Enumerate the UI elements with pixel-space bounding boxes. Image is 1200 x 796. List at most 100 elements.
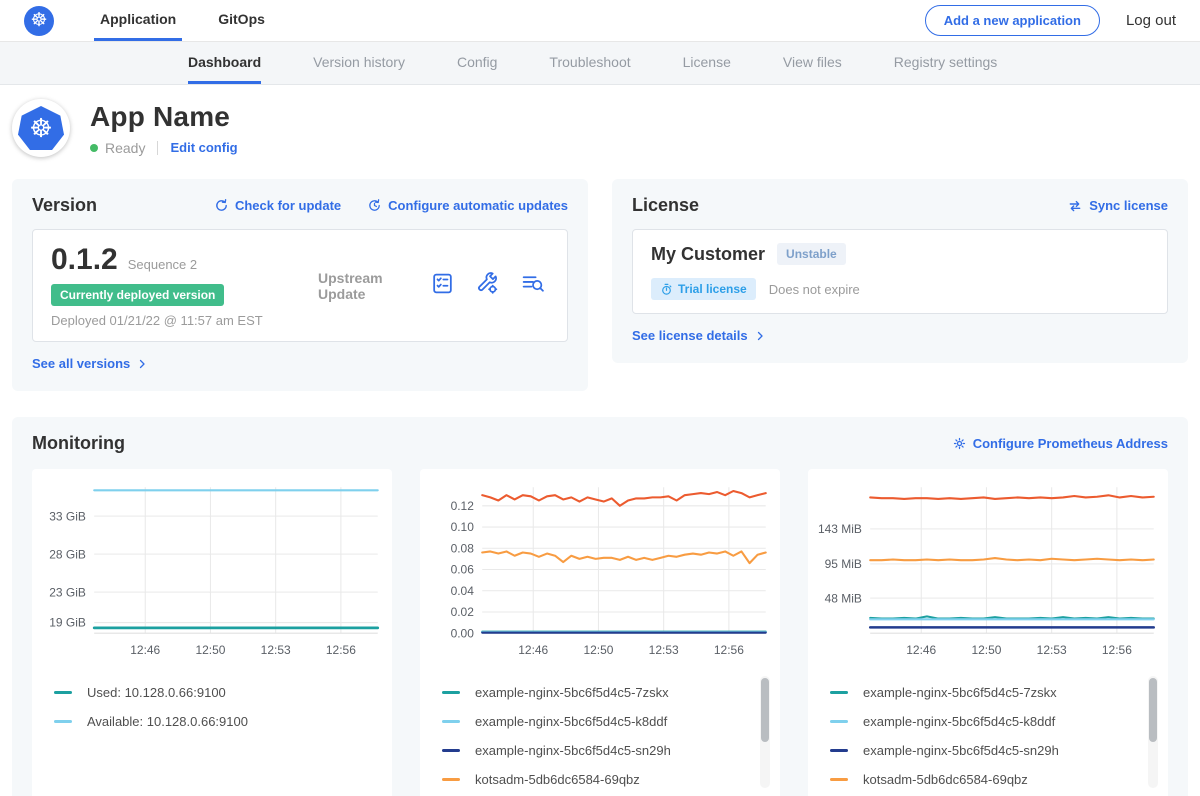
legend-item: kotsadm-5db6dc6584-69qbz (442, 765, 758, 794)
see-license-details-link[interactable]: See license details (632, 328, 766, 343)
subnav-troubleshoot[interactable]: Troubleshoot (549, 42, 630, 84)
divider (157, 141, 158, 155)
app-sub-nav: Dashboard Version history Config Trouble… (0, 42, 1200, 85)
auto-update-clock-icon (367, 198, 382, 213)
memory-usage-legend: example-nginx-5bc6f5d4c5-7zskx example-ng… (816, 674, 1160, 794)
top-nav-spacer (301, 0, 925, 41)
config-wrench-icon[interactable] (475, 271, 500, 301)
current-version-card: 0.1.2 Sequence 2 Currently deployed vers… (32, 229, 568, 342)
see-all-versions-link[interactable]: See all versions (32, 356, 148, 371)
svg-text:0.12: 0.12 (451, 499, 475, 513)
legend-label: example-nginx-5bc6f5d4c5-7zskx (863, 685, 1057, 700)
license-card-title: License (632, 195, 699, 216)
svg-text:19 GiB: 19 GiB (49, 616, 86, 630)
subnav-version-history[interactable]: Version history (313, 42, 405, 84)
monitoring-title: Monitoring (32, 433, 125, 454)
license-detail-card: My Customer Unstable Trial license Does … (632, 229, 1168, 314)
memory-usage-chart-card: 48 MiB95 MiB143 MiB12:4612:5012:5312:56 … (808, 469, 1168, 796)
legend-color-dash (830, 778, 848, 781)
legend-scrollbar[interactable] (760, 676, 770, 788)
svg-text:0.02: 0.02 (451, 605, 475, 619)
kubernetes-helm-icon: ☸ (24, 6, 54, 36)
svg-text:143 MiB: 143 MiB (818, 522, 862, 536)
cpu-usage-chart-card: 0.000.020.040.060.080.100.1212:4612:5012… (420, 469, 780, 796)
version-number: 0.1.2 (51, 243, 118, 277)
legend-label: example-nginx-5bc6f5d4c5-sn29h (475, 743, 671, 758)
version-card: Version Check for update Configure autom… (12, 179, 588, 391)
legend-color-dash (830, 720, 848, 723)
legend-label: example-nginx-5bc6f5d4c5-7zskx (475, 685, 669, 700)
svg-text:0.06: 0.06 (451, 563, 475, 577)
svg-text:12:46: 12:46 (130, 643, 160, 657)
tab-application[interactable]: Application (94, 0, 182, 41)
svg-text:0.10: 0.10 (451, 520, 475, 534)
legend-label: example-nginx-5bc6f5d4c5-k8ddf (863, 714, 1055, 729)
disk-usage-legend: Used: 10.128.0.66:9100Available: 10.128.… (40, 674, 384, 794)
configure-automatic-updates-link[interactable]: Configure automatic updates (367, 198, 568, 213)
legend-label: example-nginx-5bc6f5d4c5-k8ddf (475, 714, 667, 729)
preflight-checks-icon[interactable] (430, 271, 455, 301)
channel-badge: Unstable (777, 243, 846, 265)
svg-text:0.00: 0.00 (451, 626, 475, 640)
svg-text:28 GiB: 28 GiB (49, 547, 86, 561)
legend-item: example-nginx-5bc6f5d4c5-k8ddf (442, 707, 758, 736)
legend-item: example-nginx-5bc6f5d4c5-sn29h (442, 736, 758, 765)
legend-item: kotsadm-5db6dc6584-69qbz (830, 765, 1146, 794)
svg-text:48 MiB: 48 MiB (825, 591, 862, 605)
sync-license-link[interactable]: Sync license (1067, 198, 1168, 214)
chevron-right-icon (136, 358, 148, 370)
svg-text:12:46: 12:46 (906, 643, 936, 657)
svg-text:12:50: 12:50 (195, 643, 225, 657)
legend-item: example-nginx-5bc6f5d4c5-k8ddf (830, 707, 1146, 736)
kubernetes-app-icon: ☸ (12, 99, 70, 157)
status-dot (90, 144, 98, 152)
subnav-dashboard[interactable]: Dashboard (188, 42, 261, 84)
memory-usage-chart: 48 MiB95 MiB143 MiB12:4612:5012:5312:56 (816, 481, 1160, 662)
status-text: Ready (105, 140, 145, 156)
tab-application-label: Application (100, 11, 176, 27)
disk-usage-chart: 19 GiB23 GiB28 GiB33 GiB12:4612:5012:531… (40, 481, 384, 662)
legend-color-dash (442, 778, 460, 781)
add-application-button[interactable]: Add a new application (925, 5, 1100, 36)
legend-color-dash (830, 691, 848, 694)
legend-color-dash (442, 749, 460, 752)
legend-scrollbar-thumb[interactable] (761, 678, 769, 742)
cards-row: Version Check for update Configure autom… (0, 173, 1200, 391)
subnav-config[interactable]: Config (457, 42, 497, 84)
version-card-title: Version (32, 195, 97, 216)
tab-gitops[interactable]: GitOps (212, 0, 271, 41)
page-title: App Name (90, 101, 238, 133)
legend-label: example-nginx-5bc6f5d4c5-sn29h (863, 743, 1059, 758)
legend-label: Used: 10.128.0.66:9100 (87, 685, 226, 700)
check-for-update-link[interactable]: Check for update (214, 198, 341, 213)
legend-color-dash (54, 720, 72, 723)
svg-text:12:53: 12:53 (261, 643, 291, 657)
tab-gitops-label: GitOps (218, 11, 265, 27)
license-type-badge: Trial license (651, 278, 756, 300)
sequence-label: Sequence 2 (128, 257, 197, 272)
legend-scrollbar[interactable] (1148, 676, 1158, 788)
monitoring-section: Monitoring Configure Prometheus Address … (12, 417, 1188, 796)
svg-text:95 MiB: 95 MiB (825, 557, 862, 571)
svg-text:12:53: 12:53 (649, 643, 679, 657)
edit-config-link[interactable]: Edit config (170, 140, 237, 155)
svg-text:12:50: 12:50 (971, 643, 1001, 657)
svg-text:12:50: 12:50 (583, 643, 613, 657)
logout-button[interactable]: Log out (1126, 12, 1176, 29)
subnav-license[interactable]: License (683, 42, 731, 84)
svg-text:12:56: 12:56 (714, 643, 744, 657)
subnav-view-files[interactable]: View files (783, 42, 842, 84)
legend-label: kotsadm-5db6dc6584-69qbz (475, 772, 640, 787)
view-logs-icon[interactable] (520, 271, 545, 301)
legend-scrollbar-thumb[interactable] (1149, 678, 1157, 742)
chevron-right-icon (754, 330, 766, 342)
deployed-badge: Currently deployed version (51, 284, 224, 306)
configure-prometheus-link[interactable]: Configure Prometheus Address (952, 436, 1168, 451)
legend-label: kotsadm-5db6dc6584-69qbz (863, 772, 1028, 787)
legend-item: example-nginx-5bc6f5d4c5-7zskx (830, 678, 1146, 707)
license-expiry: Does not expire (769, 282, 860, 297)
legend-item: example-nginx-5bc6f5d4c5-7zskx (442, 678, 758, 707)
svg-text:0.04: 0.04 (451, 584, 475, 598)
subnav-registry-settings[interactable]: Registry settings (894, 42, 997, 84)
cpu-usage-chart: 0.000.020.040.060.080.100.1212:4612:5012… (428, 481, 772, 662)
